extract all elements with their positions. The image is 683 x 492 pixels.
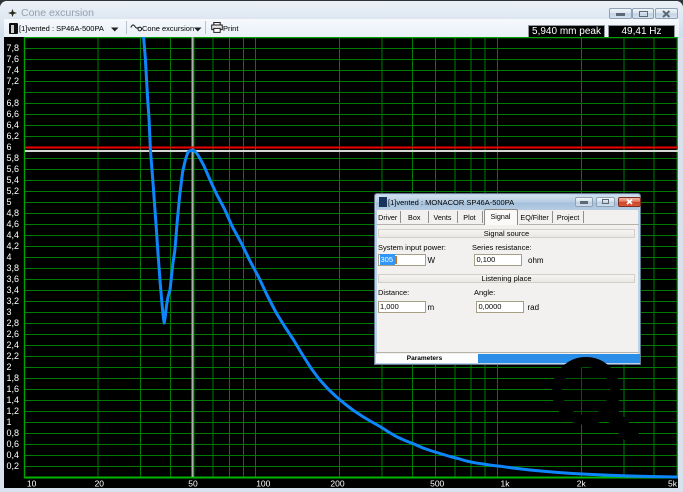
svg-text:5,8: 5,8 xyxy=(7,153,20,163)
svg-text:20: 20 xyxy=(95,479,105,489)
svg-text:5,4: 5,4 xyxy=(7,175,20,185)
svg-text:7,6: 7,6 xyxy=(7,54,20,64)
svg-text:2,6: 2,6 xyxy=(7,329,20,339)
svg-text:1,4: 1,4 xyxy=(7,395,20,405)
svg-text:50: 50 xyxy=(188,479,198,489)
svg-text:4: 4 xyxy=(7,252,12,262)
svg-text:6,8: 6,8 xyxy=(7,98,20,108)
svg-text:200: 200 xyxy=(330,479,344,489)
svg-text:1k: 1k xyxy=(501,479,511,489)
svg-text:3,8: 3,8 xyxy=(7,263,20,273)
svg-text:4,2: 4,2 xyxy=(7,241,20,251)
svg-text:1,6: 1,6 xyxy=(7,384,20,394)
svg-text:2: 2 xyxy=(7,362,12,372)
svg-text:0,4: 0,4 xyxy=(7,450,20,460)
svg-text:5,2: 5,2 xyxy=(7,186,20,196)
svg-text:5: 5 xyxy=(7,197,12,207)
svg-text:0,2: 0,2 xyxy=(7,461,20,471)
svg-text:5k: 5k xyxy=(668,479,678,489)
svg-text:4,6: 4,6 xyxy=(7,219,20,229)
svg-text:2,8: 2,8 xyxy=(7,318,20,328)
svg-text:3,2: 3,2 xyxy=(7,296,20,306)
svg-text:1,2: 1,2 xyxy=(7,406,20,416)
svg-text:3,6: 3,6 xyxy=(7,274,20,284)
svg-text:6: 6 xyxy=(7,142,12,152)
svg-text:0,8: 0,8 xyxy=(7,428,20,438)
svg-text:2k: 2k xyxy=(577,479,587,489)
svg-text:100: 100 xyxy=(256,479,270,489)
svg-text:4,4: 4,4 xyxy=(7,230,20,240)
svg-text:5,6: 5,6 xyxy=(7,164,20,174)
svg-text:7,4: 7,4 xyxy=(7,65,20,75)
svg-text:7,2: 7,2 xyxy=(7,76,20,86)
svg-text:6,2: 6,2 xyxy=(7,131,20,141)
svg-text:0,6: 0,6 xyxy=(7,439,20,449)
svg-text:7: 7 xyxy=(7,87,12,97)
svg-text:2,4: 2,4 xyxy=(7,340,20,350)
svg-text:3: 3 xyxy=(7,307,12,317)
svg-text:6,4: 6,4 xyxy=(7,120,20,130)
svg-text:7,8: 7,8 xyxy=(7,43,20,53)
svg-text:1: 1 xyxy=(7,417,12,427)
svg-text:4,8: 4,8 xyxy=(7,208,20,218)
svg-text:10: 10 xyxy=(27,479,37,489)
svg-text:1,8: 1,8 xyxy=(7,373,20,383)
svg-text:500: 500 xyxy=(430,479,444,489)
svg-text:6,6: 6,6 xyxy=(7,109,20,119)
svg-text:2,2: 2,2 xyxy=(7,351,20,361)
svg-text:3,4: 3,4 xyxy=(7,285,20,295)
